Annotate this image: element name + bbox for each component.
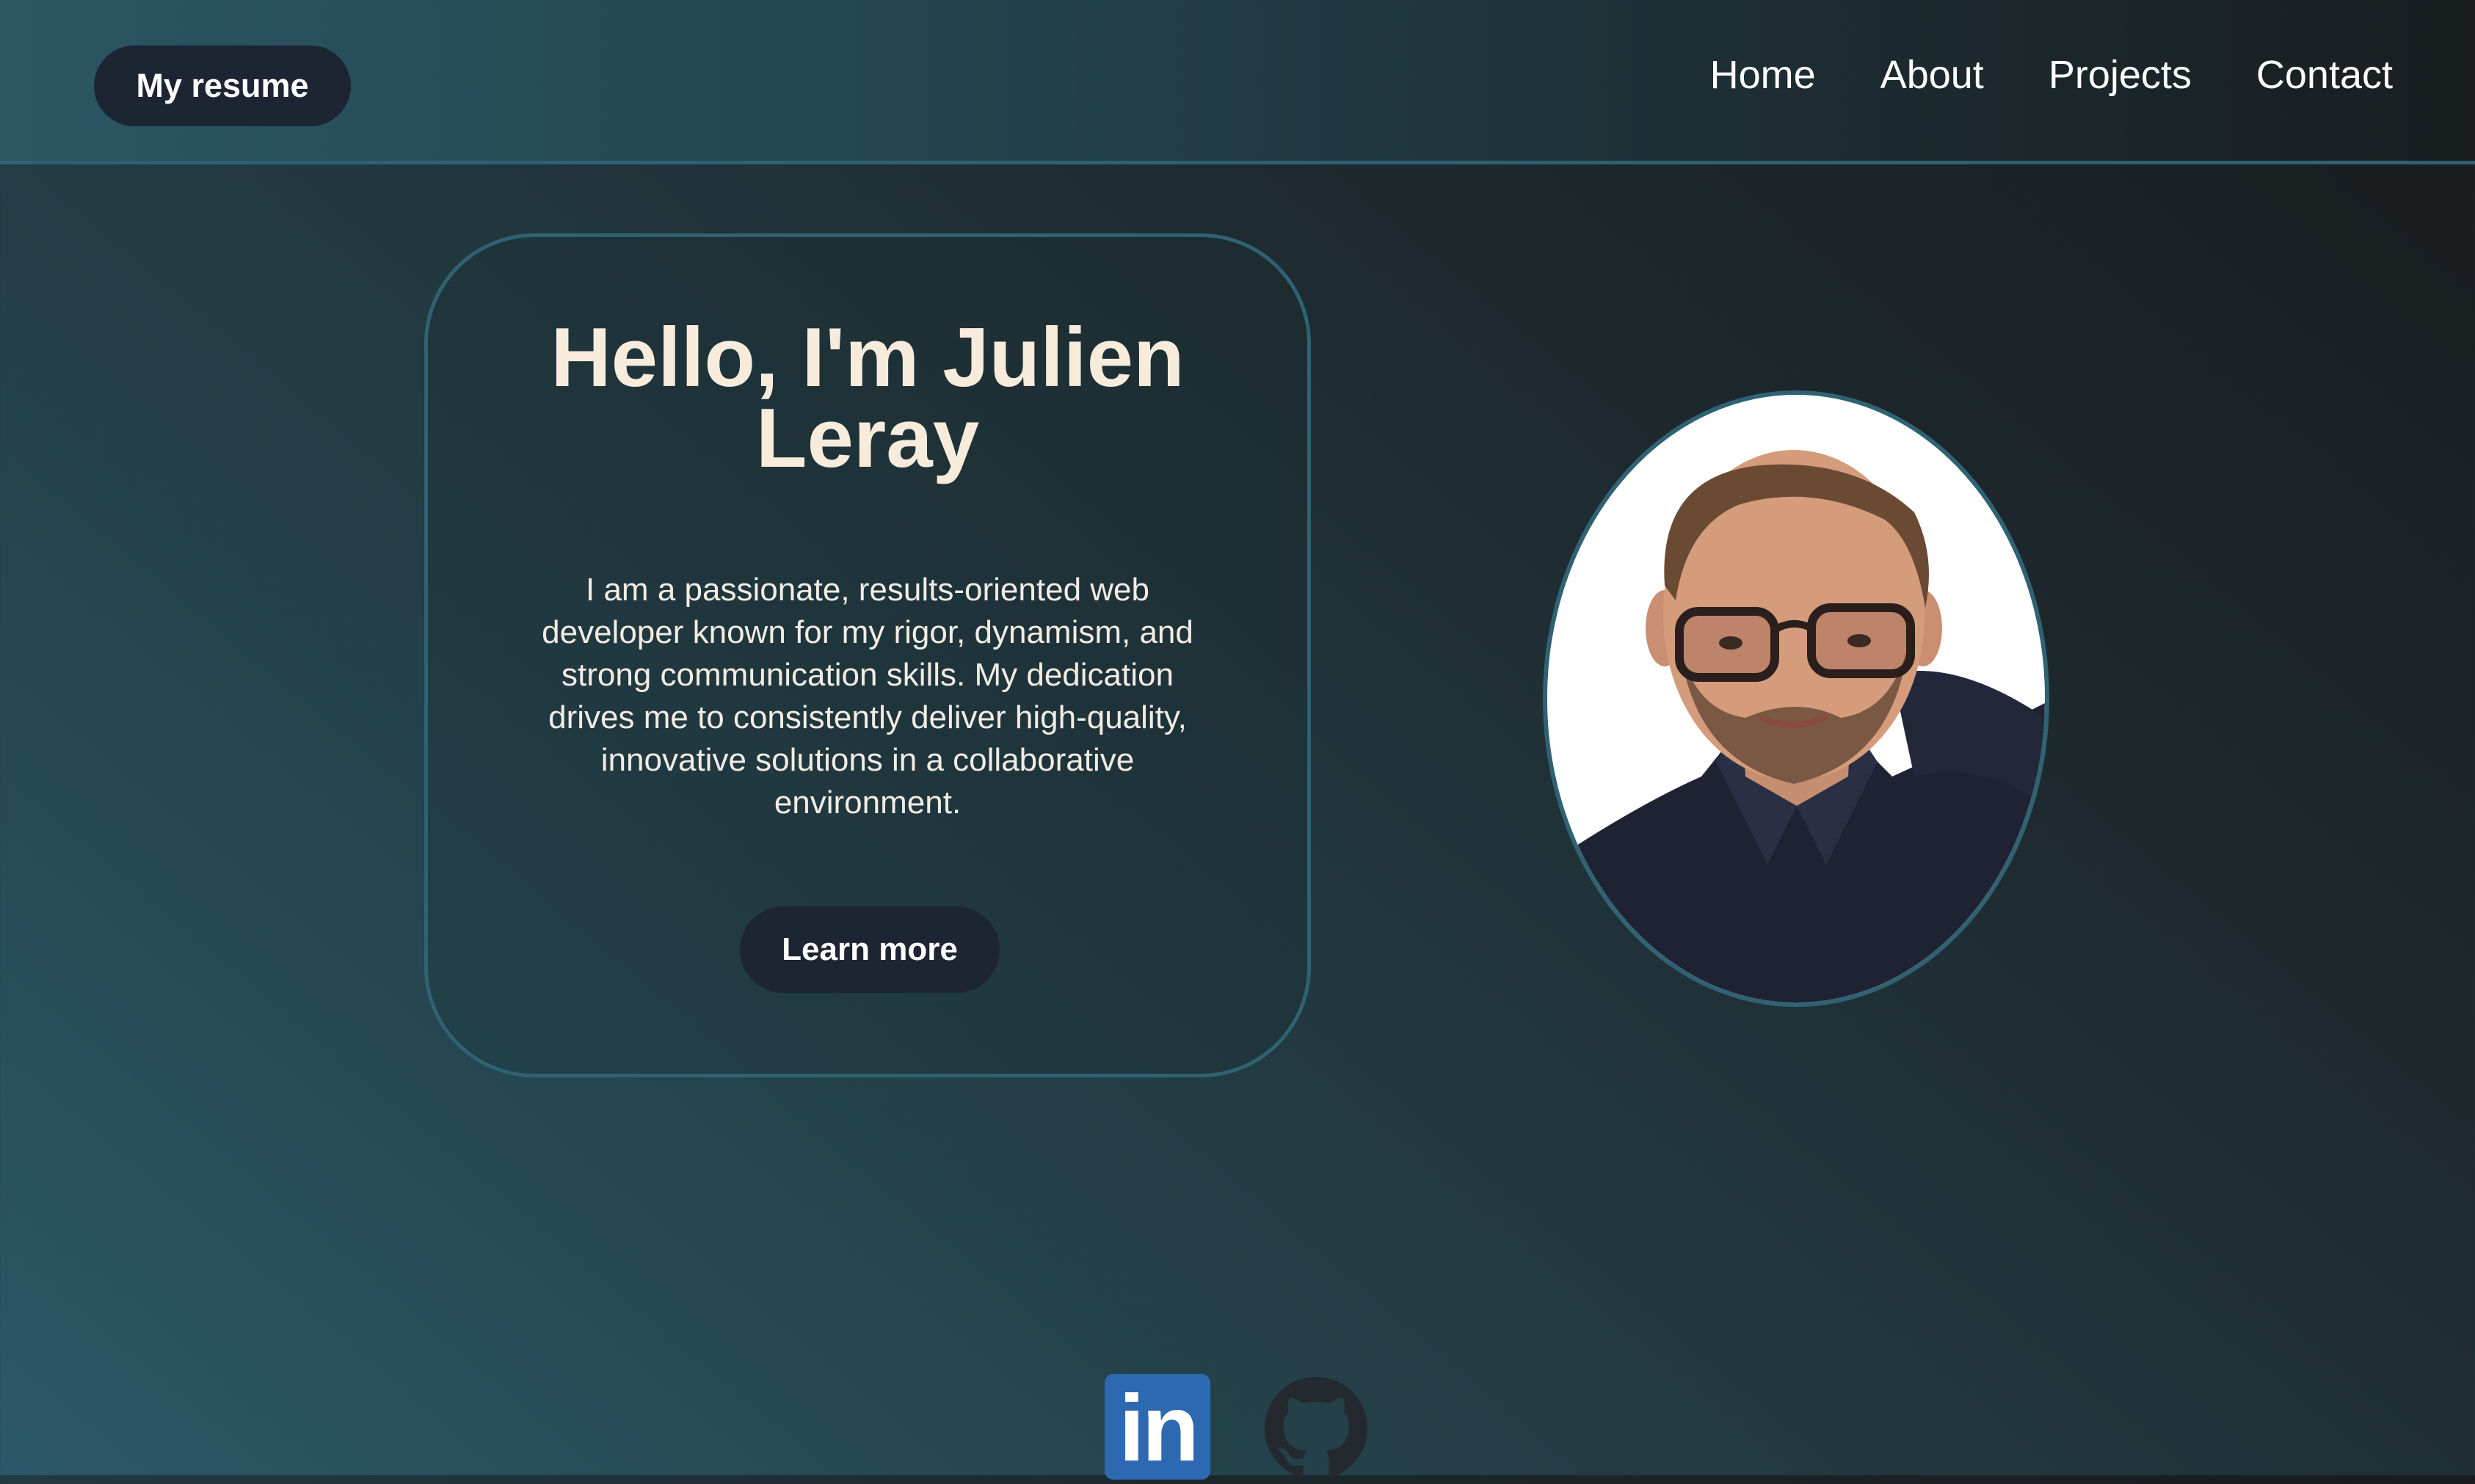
github-icon[interactable] [1265,1377,1367,1480]
site-header: My resume Home About Projects Contact [0,0,2475,164]
linkedin-icon[interactable]: in [1105,1374,1210,1481]
learn-more-button[interactable]: Learn more [740,906,1000,993]
hero-title: Hello, I'm Julien Leray [550,311,1185,485]
profile-photo-illustration [1547,395,2045,1003]
profile-photo [1543,390,2049,1007]
nav-contact-link[interactable]: Contact [2256,48,2393,101]
nav-projects-link[interactable]: Projects [2049,48,2192,101]
main-nav: Home About Projects Contact [1710,48,2393,101]
intro-card: Hello, I'm Julien Leray I am a passionat… [424,233,1311,1077]
nav-home-link[interactable]: Home [1710,48,1816,101]
nav-about-link[interactable]: About [1880,48,1984,101]
my-resume-button[interactable]: My resume [94,46,351,126]
social-links: in [1105,1374,1367,1481]
hero-description: I am a passionate, results-oriented web … [542,572,1193,821]
